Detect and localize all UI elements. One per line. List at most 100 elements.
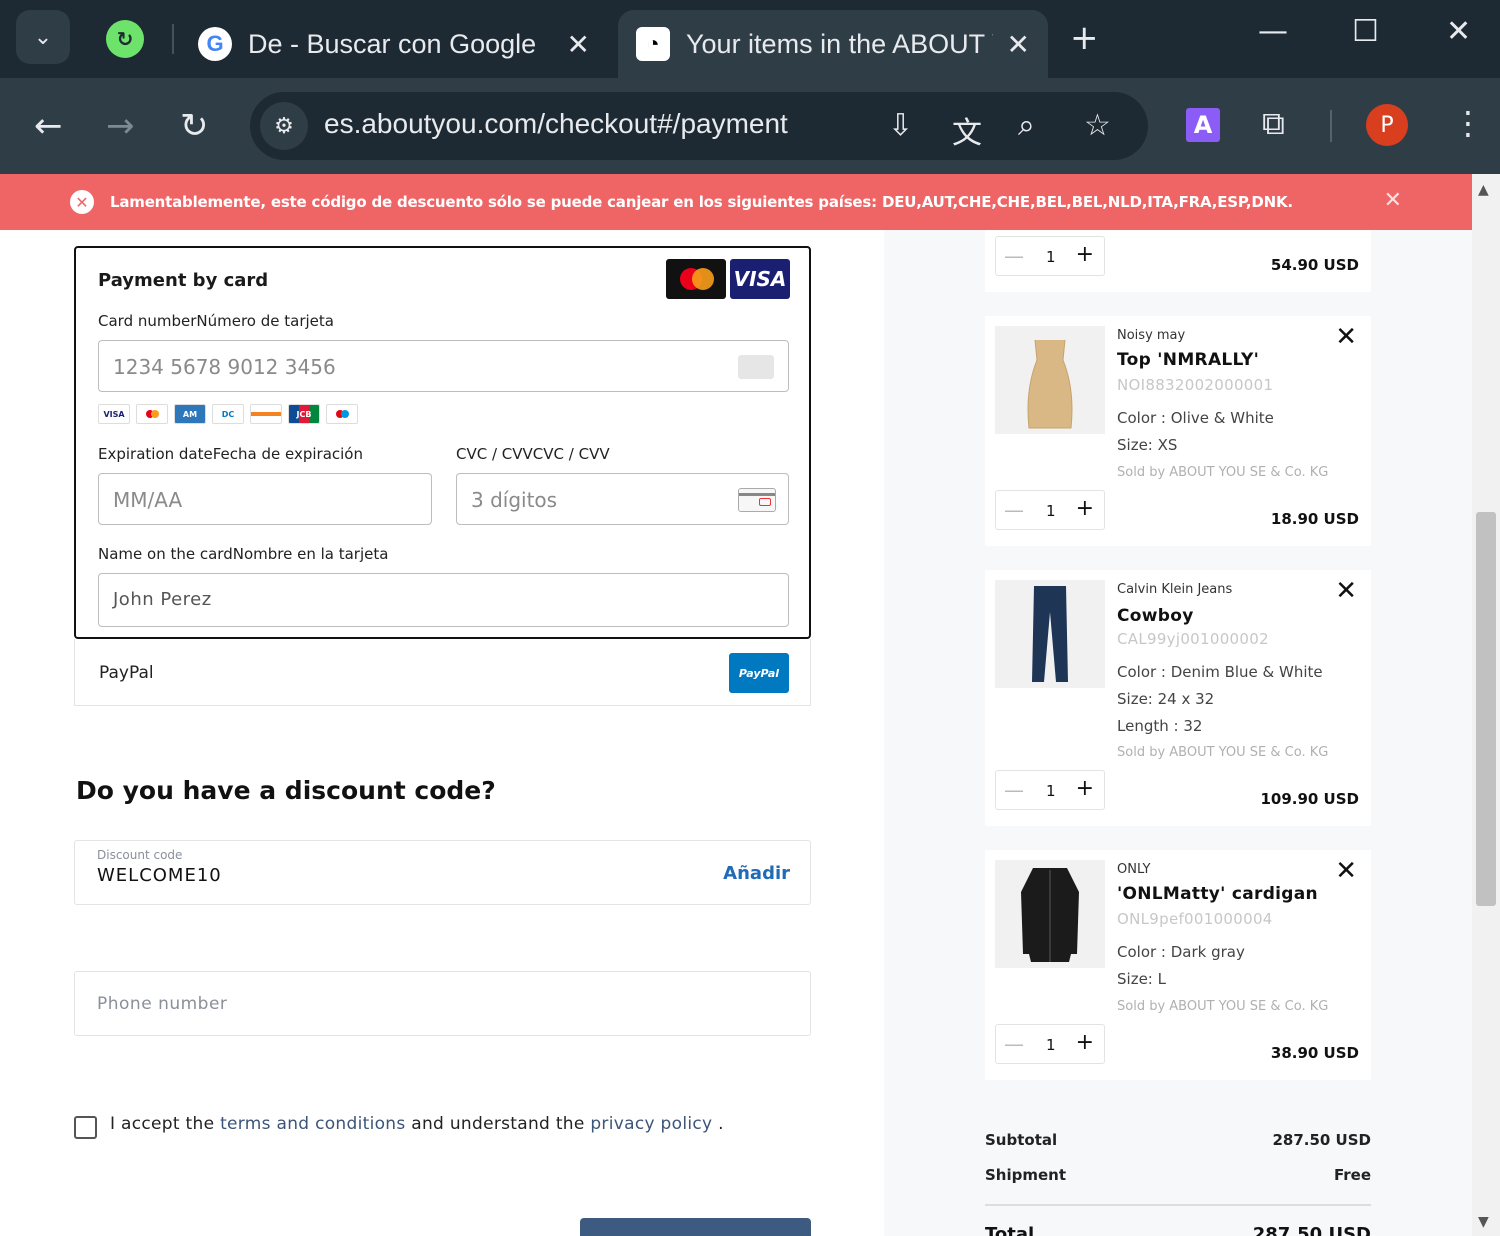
item-sold-by: Sold by ABOUT YOU SE & Co. KG — [1117, 745, 1329, 760]
item-price: 109.90 USD — [1260, 790, 1359, 808]
increase-quantity-button[interactable]: + — [1076, 242, 1094, 267]
quantity-stepper[interactable]: — 1 + — [995, 490, 1105, 530]
tab-aboutyou[interactable]: ◔ Your items in the ABOUT YOU ✕ — [618, 10, 1048, 78]
remove-item-button[interactable]: ✕ — [1335, 578, 1357, 604]
item-name[interactable]: 'ONLMatty' cardigan — [1117, 884, 1318, 904]
scrollbar-thumb[interactable] — [1476, 512, 1496, 906]
close-window-button[interactable]: ✕ — [1446, 14, 1471, 49]
tab-bar: ⌄ ↻ G De - Buscar con Google ✕ ◔ Your it… — [0, 0, 1500, 78]
card-number-placeholder: 1234 5678 9012 3456 — [113, 355, 336, 379]
close-tab-icon[interactable]: ✕ — [567, 28, 590, 61]
quantity-value: 1 — [1046, 502, 1056, 520]
tab-google[interactable]: G De - Buscar con Google ✕ — [180, 10, 608, 78]
item-size: Size: XS — [1117, 436, 1178, 454]
item-price: 38.90 USD — [1270, 1044, 1359, 1062]
product-image-cardigan[interactable] — [995, 860, 1105, 968]
card-number-field[interactable]: 1234 5678 9012 3456 — [98, 340, 789, 392]
increase-quantity-button[interactable]: + — [1076, 496, 1094, 521]
terms-link[interactable]: terms and conditions — [220, 1114, 405, 1134]
discount-code-value[interactable]: WELCOME10 — [97, 865, 222, 886]
cart-item: ONLY 'ONLMatty' cardigan ONL9pef00100000… — [985, 850, 1371, 1080]
expiry-label: Expiration dateFecha de expiración — [98, 445, 363, 463]
total-row: Total 287.50 USD — [985, 1224, 1371, 1236]
cvc-label: CVC / CVVCVC / CVV — [456, 445, 610, 463]
card-name-field[interactable]: John Perez — [98, 573, 789, 627]
visa-logo: VISA — [730, 259, 790, 299]
remove-item-button[interactable]: ✕ — [1335, 858, 1357, 884]
item-brand: Calvin Klein Jeans — [1117, 582, 1233, 597]
item-brand: Noisy may — [1117, 328, 1186, 343]
profile-avatar[interactable]: P — [1366, 104, 1408, 146]
terms-checkbox[interactable] — [74, 1116, 97, 1139]
site-info-icon[interactable]: ⚙ — [260, 102, 308, 150]
page-scrollbar[interactable]: ▲ ▼ — [1472, 174, 1500, 1236]
address-bar[interactable]: ⚙ es.aboutyou.com/checkout#/payment ⇩ 文 … — [250, 92, 1148, 160]
decrease-quantity-button[interactable]: — — [1004, 244, 1024, 268]
url-text[interactable]: es.aboutyou.com/checkout#/payment — [324, 108, 788, 140]
reload-button[interactable]: ↻ — [180, 106, 209, 146]
product-image-jeans[interactable] — [995, 580, 1105, 688]
discover-icon — [250, 404, 282, 424]
total-value: 287.50 USD — [1252, 1224, 1371, 1236]
summary-divider — [985, 1204, 1371, 1206]
menu-kebab-icon[interactable]: ⋮ — [1452, 104, 1484, 142]
discount-code-field[interactable]: Discount code WELCOME10 Añadir — [74, 840, 811, 905]
quantity-stepper[interactable]: — 1 + — [995, 1024, 1105, 1064]
tab-title: Your items in the ABOUT YOU — [686, 28, 993, 59]
apply-discount-button[interactable]: Añadir — [723, 863, 790, 884]
bookmark-star-icon[interactable]: ☆ — [1084, 108, 1111, 143]
phone-placeholder: Phone number — [97, 994, 228, 1014]
item-brand: ONLY — [1117, 862, 1151, 877]
phone-number-field[interactable]: Phone number — [74, 971, 811, 1036]
extensions-puzzle-icon[interactable]: ⧉ — [1262, 104, 1285, 143]
close-tab-icon[interactable]: ✕ — [1007, 28, 1030, 61]
scroll-down-icon[interactable]: ▼ — [1478, 1214, 1489, 1230]
maximize-button[interactable]: ☐ — [1352, 14, 1379, 49]
terms-text-pre: I accept the — [110, 1114, 221, 1134]
maestro-icon — [326, 404, 358, 424]
increase-quantity-button[interactable]: + — [1076, 1030, 1094, 1055]
decrease-quantity-button[interactable]: — — [1004, 778, 1024, 802]
forward-button[interactable]: → — [106, 106, 135, 146]
close-banner-icon[interactable]: ✕ — [1384, 188, 1402, 213]
minimize-button[interactable]: — — [1258, 14, 1288, 49]
item-length: Length : 32 — [1117, 717, 1203, 735]
shipment-label: Shipment — [985, 1166, 1067, 1184]
product-image-top[interactable] — [995, 326, 1105, 434]
tab-search-button[interactable]: ⌄ — [16, 10, 70, 64]
error-banner: ✕ Lamentablemente, este código de descue… — [0, 174, 1472, 230]
quantity-stepper[interactable]: — 1 + — [995, 236, 1105, 276]
paypal-label: PayPal — [99, 663, 154, 683]
accepted-cards: VISA AM DC JCB — [98, 404, 358, 424]
remove-item-button[interactable]: ✕ — [1335, 324, 1357, 350]
paypal-option[interactable]: PayPal PayPal — [74, 639, 811, 706]
toolbar-separator — [1330, 110, 1332, 142]
pinned-extension-icon[interactable]: ↻ — [106, 20, 144, 58]
card-icon — [738, 355, 774, 379]
item-name[interactable]: Cowboy — [1117, 606, 1194, 626]
item-price: 54.90 USD — [1270, 256, 1359, 274]
cart-item: Calvin Klein Jeans Cowboy CAL99yj0010000… — [985, 570, 1371, 826]
scroll-up-icon[interactable]: ▲ — [1478, 182, 1489, 198]
cvc-field[interactable]: 3 dígitos — [456, 473, 789, 525]
quantity-value: 1 — [1046, 248, 1056, 266]
install-app-icon[interactable]: ⇩ — [888, 108, 913, 143]
translate-icon[interactable]: 文 — [952, 108, 982, 152]
decrease-quantity-button[interactable]: — — [1004, 498, 1024, 522]
submit-order-button[interactable] — [580, 1218, 811, 1236]
zoom-icon[interactable]: ⌕ — [1018, 108, 1035, 143]
item-name[interactable]: Top 'NMRALLY' — [1117, 350, 1259, 370]
extension-a-icon[interactable]: A — [1186, 108, 1220, 142]
decrease-quantity-button[interactable]: — — [1004, 1032, 1024, 1056]
new-tab-button[interactable]: + — [1070, 18, 1099, 58]
quantity-stepper[interactable]: — 1 + — [995, 770, 1105, 810]
privacy-link[interactable]: privacy policy — [590, 1114, 712, 1134]
expiry-field[interactable]: MM/AA — [98, 473, 432, 525]
back-button[interactable]: ← — [34, 106, 63, 146]
cart-item: Noisy may Top 'NMRALLY' NOI8832002000001… — [985, 316, 1371, 546]
subtotal-label: Subtotal — [985, 1131, 1058, 1149]
item-sku: NOI8832002000001 — [1117, 376, 1274, 394]
card-payment-panel[interactable]: Payment by card VISA Card numberNúmero d… — [74, 246, 811, 639]
increase-quantity-button[interactable]: + — [1076, 776, 1094, 801]
subtotal-row: Subtotal 287.50 USD — [985, 1131, 1371, 1149]
